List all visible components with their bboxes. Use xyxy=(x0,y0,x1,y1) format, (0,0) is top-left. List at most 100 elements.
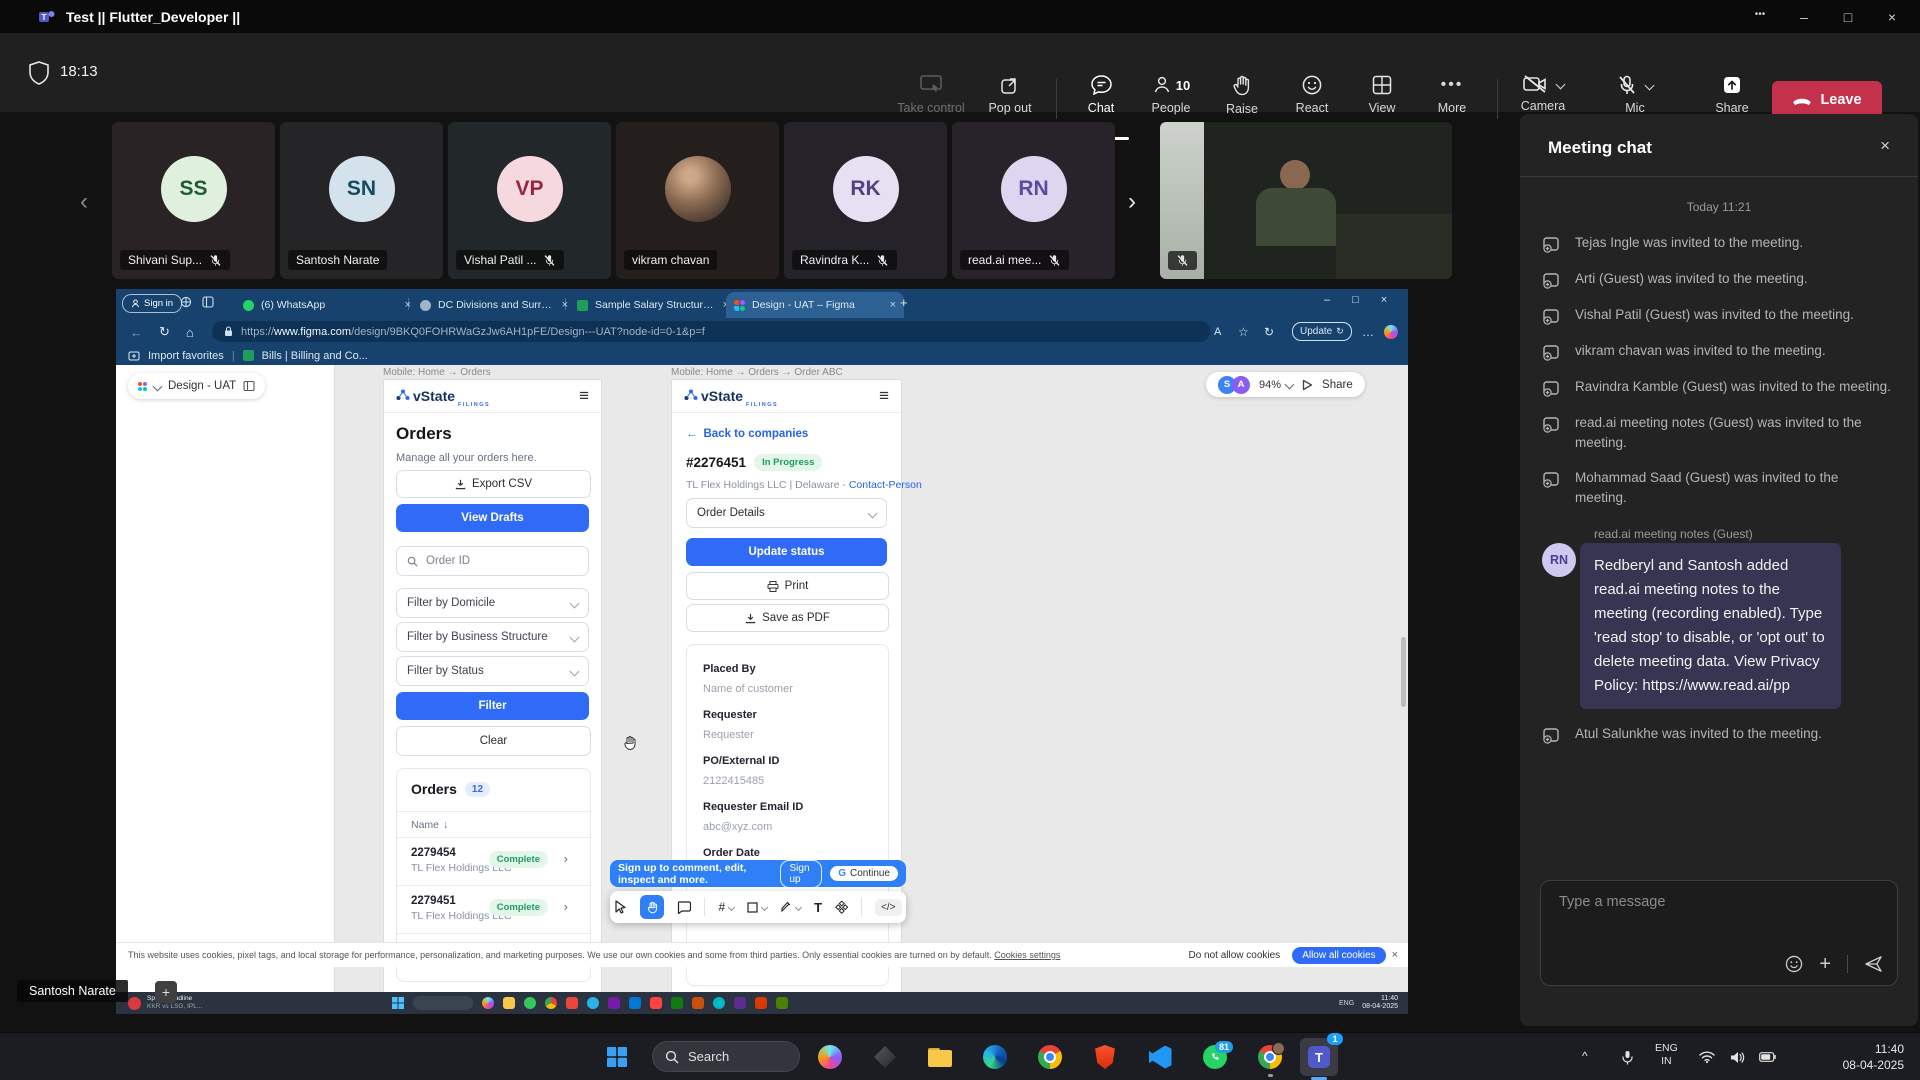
tab-close-icon[interactable]: × xyxy=(890,299,896,311)
react-button[interactable]: React xyxy=(1274,75,1350,115)
back-icon[interactable]: ← xyxy=(130,325,143,340)
filter-status-select[interactable]: Filter by Status xyxy=(396,656,589,686)
frame-breadcrumb[interactable]: Mobile: Home → Orders xyxy=(383,367,491,378)
taskbar-search[interactable]: Search xyxy=(652,1041,800,1072)
mic-button[interactable]: Mic xyxy=(1597,75,1673,115)
tray-clock[interactable]: 11:40 08-04-2025 xyxy=(1800,1042,1904,1073)
browser-maximize-button[interactable]: □ xyxy=(1352,294,1359,306)
home-icon[interactable]: ⌂ xyxy=(186,325,194,340)
tray-mic-icon[interactable] xyxy=(1612,1042,1642,1072)
participant-tile[interactable]: RN read.ai mee... xyxy=(952,122,1115,279)
start-button[interactable] xyxy=(602,1042,632,1072)
whatsapp-icon[interactable]: 81 xyxy=(1200,1042,1230,1072)
tray-wifi-icon[interactable] xyxy=(1692,1042,1722,1072)
move-tool-icon[interactable] xyxy=(614,900,627,914)
browser-tab[interactable]: DC Divisions and Surroundings × xyxy=(412,292,576,318)
vscode-icon[interactable] xyxy=(1145,1042,1175,1072)
contact-person-link[interactable]: Contact-Person xyxy=(849,479,922,491)
update-status-button[interactable]: Update status xyxy=(686,538,887,566)
filter-business-structure-select[interactable]: Filter by Business Structure xyxy=(396,622,589,652)
copilot-icon[interactable] xyxy=(1384,325,1398,339)
brave-icon[interactable] xyxy=(1090,1042,1120,1072)
cookie-close-icon[interactable]: × xyxy=(1392,949,1398,961)
browser-workspaces-icon[interactable] xyxy=(180,296,192,308)
browser-tab-active[interactable]: Design - UAT – Figma × xyxy=(726,292,904,318)
attach-plus-icon[interactable]: + xyxy=(1819,955,1831,973)
bookmark-link[interactable]: Bills | Billing and Co... xyxy=(262,350,368,362)
people-button[interactable]: 10 People xyxy=(1133,75,1209,115)
allow-cookies-button[interactable]: Allow all cookies xyxy=(1292,947,1385,964)
participant-tile[interactable]: VP Vishal Patil ... xyxy=(448,122,611,279)
layout-icon[interactable] xyxy=(243,380,255,392)
present-icon[interactable] xyxy=(1302,379,1313,391)
components-tool-icon[interactable] xyxy=(835,901,848,914)
pop-out-button[interactable]: Pop out xyxy=(972,75,1048,115)
strip-scroll-left-icon[interactable]: ‹ xyxy=(80,188,88,216)
participant-tile[interactable]: SS Shivani Sup... xyxy=(112,122,275,279)
dev-mode-toggle[interactable]: </> xyxy=(875,899,901,916)
history-icon[interactable]: ↻ xyxy=(1264,325,1274,339)
figma-share-button[interactable]: Share xyxy=(1322,379,1353,391)
send-icon[interactable] xyxy=(1864,955,1883,973)
participant-tile[interactable]: RK Ravindra K... xyxy=(784,122,947,279)
save-as-pdf-button[interactable]: Save as PDF xyxy=(686,604,889,632)
new-tab-button[interactable]: + xyxy=(900,295,908,310)
raise-hand-button[interactable]: Raise xyxy=(1204,75,1280,116)
chat-message-input[interactable] xyxy=(1557,893,1861,911)
vertical-tabs-icon[interactable] xyxy=(202,296,214,308)
camera-button[interactable]: Camera xyxy=(1505,75,1581,113)
frame-breadcrumb[interactable]: Mobile: Home → Orders → Order ABC xyxy=(671,367,843,378)
copilot-icon[interactable] xyxy=(815,1042,845,1072)
print-button[interactable]: Print xyxy=(686,572,889,600)
teams-taskbar-icon[interactable]: T 1 xyxy=(1300,1038,1338,1076)
favorite-star-icon[interactable]: ☆ xyxy=(1238,325,1249,339)
browser-close-button[interactable]: × xyxy=(1381,294,1387,306)
view-drafts-button[interactable]: View Drafts xyxy=(396,504,589,532)
app-icon-gem[interactable] xyxy=(870,1042,900,1072)
read-aloud-icon[interactable]: A xyxy=(1214,326,1221,338)
comment-tool-icon[interactable] xyxy=(677,901,691,914)
filter-button[interactable]: Filter xyxy=(396,692,589,720)
text-tool[interactable]: T xyxy=(814,900,822,915)
chat-compose-box[interactable]: + xyxy=(1540,880,1898,986)
refresh-icon[interactable]: ↻ xyxy=(159,324,170,340)
view-button[interactable]: View xyxy=(1344,75,1420,115)
order-row[interactable]: 2279454 TL Flex Holdings LLC Complete › xyxy=(411,847,576,874)
close-button[interactable]: × xyxy=(1870,9,1914,25)
strip-scroll-right-icon[interactable]: › xyxy=(1128,188,1136,216)
address-bar[interactable]: https://www.figma.com/design/9BKQ0FOHRWa… xyxy=(212,321,1210,342)
file-explorer-icon[interactable] xyxy=(925,1042,955,1072)
browser-signin-button[interactable]: Sign in xyxy=(122,294,182,313)
hamburger-menu-icon[interactable]: ≡ xyxy=(879,386,889,406)
deny-cookies-button[interactable]: Do not allow cookies xyxy=(1188,950,1280,961)
participant-tile-video[interactable]: vikram chavan xyxy=(616,122,779,279)
zoom-menu[interactable]: 94% xyxy=(1259,379,1293,391)
maximize-button[interactable]: □ xyxy=(1826,9,1870,25)
pen-tool[interactable] xyxy=(780,901,801,913)
tray-expand-icon[interactable]: ^ xyxy=(1582,1049,1588,1063)
participant-tile[interactable]: SN Santosh Narate xyxy=(280,122,443,279)
order-id-search-field[interactable]: Order ID xyxy=(396,546,589,576)
google-continue-button[interactable]: G Continue xyxy=(830,866,898,881)
browser-update-button[interactable]: Update ↻ xyxy=(1292,322,1352,341)
name-column-header[interactable]: Name↓ xyxy=(411,819,448,831)
import-favorites-link[interactable]: Import favorites xyxy=(148,350,224,362)
export-csv-button[interactable]: Export CSV xyxy=(396,470,591,498)
clear-button[interactable]: Clear xyxy=(396,726,591,756)
tray-volume-icon[interactable] xyxy=(1722,1042,1752,1072)
titlebar-more-button[interactable]: ••• xyxy=(1738,9,1782,25)
back-to-companies-link[interactable]: ← Back to companies xyxy=(686,428,808,440)
browser-tab[interactable]: (6) WhatsApp × xyxy=(235,292,419,318)
minimize-button[interactable]: – xyxy=(1782,9,1826,25)
presenter-tag-add-button[interactable]: + xyxy=(155,981,177,1003)
more-button[interactable]: ••• More xyxy=(1414,75,1490,115)
browser-minimize-button[interactable]: – xyxy=(1324,294,1330,306)
filter-domicile-select[interactable]: Filter by Domicile xyxy=(396,588,589,618)
order-row[interactable]: 2279451 TL Flex Holdings LLC Complete › xyxy=(411,895,576,922)
mic-options-chevron-icon[interactable] xyxy=(1644,80,1654,90)
order-details-select[interactable]: Order Details xyxy=(686,498,887,528)
chat-button[interactable]: Chat xyxy=(1063,75,1139,115)
tray-battery-icon[interactable] xyxy=(1752,1042,1782,1072)
edge-icon[interactable] xyxy=(980,1042,1010,1072)
figma-file-menu[interactable]: Design - UAT xyxy=(128,373,265,399)
